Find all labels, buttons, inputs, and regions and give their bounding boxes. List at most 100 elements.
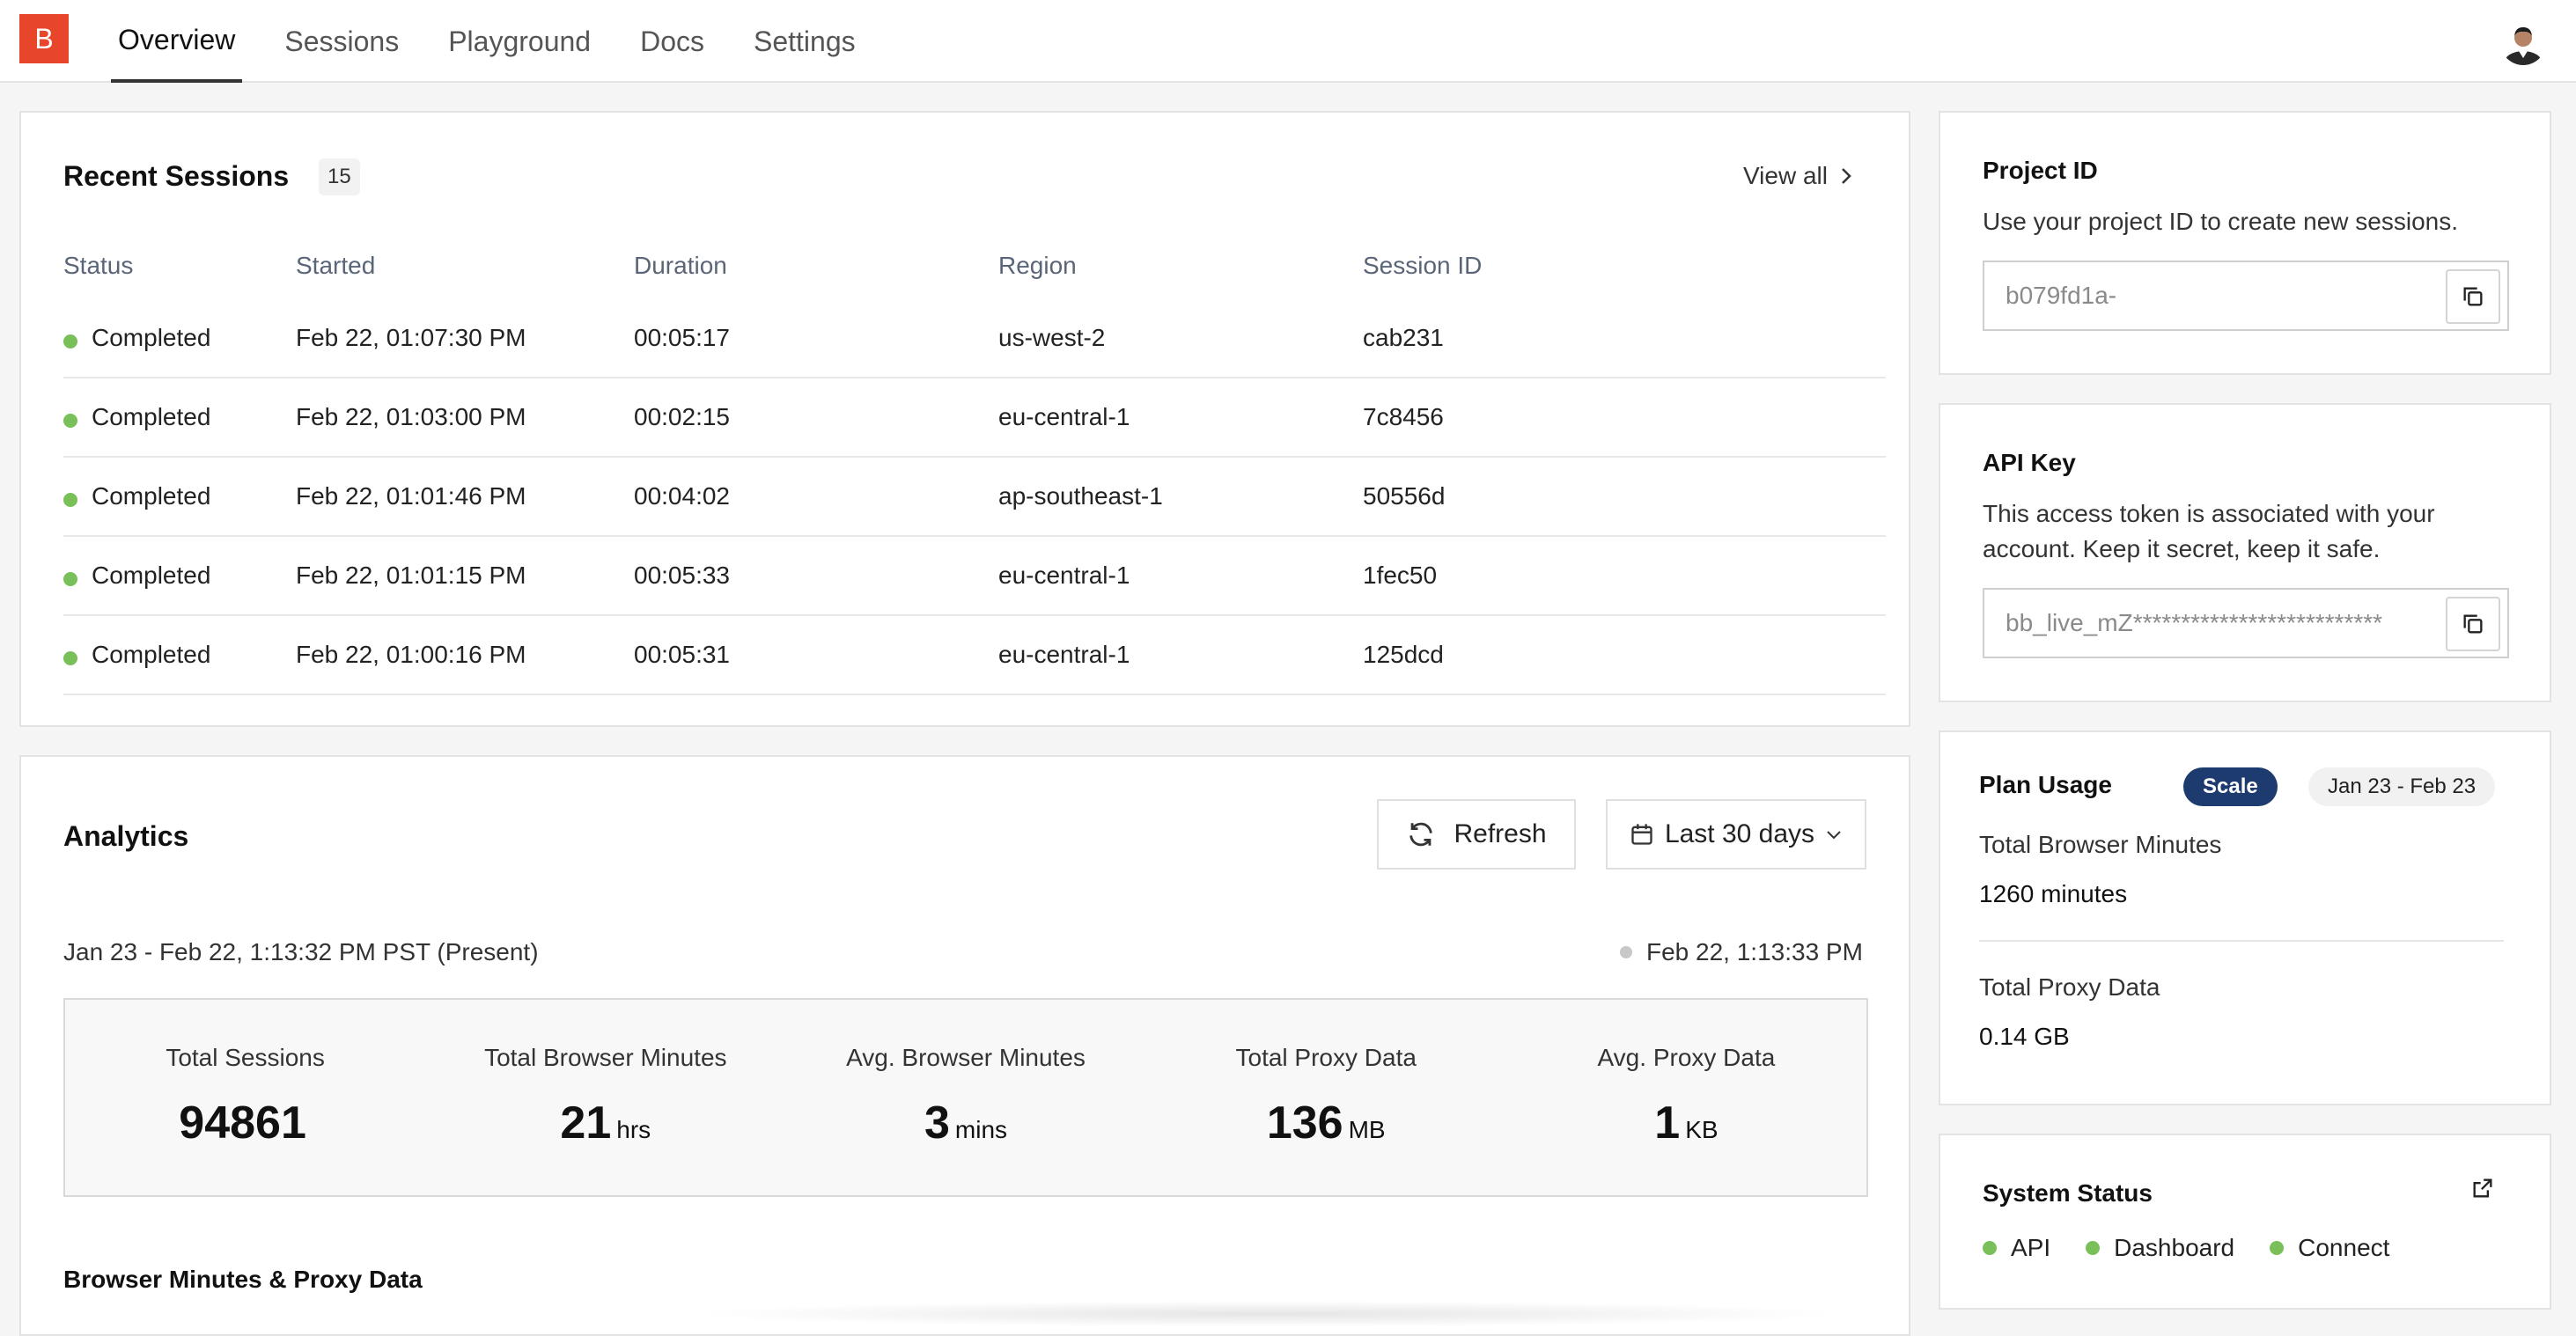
copy-icon — [2463, 614, 2483, 634]
row-region: eu-central-1 — [998, 403, 1130, 430]
row-region: ap-southeast-1 — [998, 482, 1163, 510]
top-nav: B Overview Sessions Playground Docs Sett… — [0, 0, 2576, 83]
row-status: Completed — [92, 641, 211, 668]
tab-playground[interactable]: Playground — [441, 0, 598, 83]
api-key-description: This access token is associated with you… — [1983, 500, 2435, 562]
stat-value: 1 KB — [1654, 1097, 1719, 1149]
table-row[interactable]: Completed Feb 22, 01:01:46 PM 00:04:02 a… — [63, 458, 1886, 537]
view-all-link[interactable]: View all — [1743, 162, 1852, 190]
last-updated: Feb 22, 1:13:33 PM — [1620, 938, 1863, 966]
stat-value: 136 MB — [1266, 1097, 1386, 1149]
copy-api-key-button[interactable] — [2446, 597, 2500, 651]
tab-sessions[interactable]: Sessions — [277, 0, 406, 83]
col-status: Status — [63, 252, 134, 279]
stat-avg-proxy-data: Avg. Proxy Data 1 KB — [1506, 1000, 1866, 1195]
status-dot — [2270, 1241, 2285, 1255]
row-duration: 00:04:02 — [634, 482, 730, 510]
row-duration: 00:05:17 — [634, 324, 730, 351]
row-session-id: 1fec50 — [1363, 562, 1438, 589]
row-started: Feb 22, 01:01:15 PM — [296, 562, 526, 589]
last-updated-time: Feb 22, 1:13:33 PM — [1646, 938, 1863, 965]
date-range-select[interactable]: Last 30 days — [1606, 799, 1866, 870]
proxy-data-label: Total Proxy Data — [1979, 973, 2160, 1001]
row-status: Completed — [92, 482, 211, 510]
table-row[interactable]: Completed Feb 22, 01:00:16 PM 00:05:31 e… — [63, 616, 1886, 695]
row-session-id: cab231 — [1363, 324, 1444, 351]
status-dot — [63, 414, 77, 428]
updated-dot — [1620, 946, 1632, 958]
table-row[interactable]: Completed Feb 22, 01:07:30 PM 00:05:17 u… — [63, 299, 1886, 378]
project-id-field[interactable]: b079fd1a- — [1983, 261, 2509, 331]
status-dot — [63, 651, 77, 665]
status-dot — [63, 493, 77, 507]
row-region: us-west-2 — [998, 324, 1106, 351]
stat-total-sessions: Total Sessions 94861 — [65, 1000, 425, 1195]
chevron-down-icon — [1827, 831, 1841, 840]
row-session-id: 125dcd — [1363, 641, 1444, 668]
analytics-range-text: Jan 23 - Feb 22, 1:13:32 PM PST (Present… — [63, 938, 539, 965]
copy-project-id-button[interactable] — [2446, 269, 2500, 324]
user-avatar[interactable] — [2500, 19, 2546, 65]
proxy-data-value: 0.14 GB — [1979, 1023, 2070, 1050]
view-all-label: View all — [1743, 162, 1828, 189]
table-row[interactable]: Completed Feb 22, 01:03:00 PM 00:02:15 e… — [63, 378, 1886, 458]
row-duration: 00:05:31 — [634, 641, 730, 668]
project-id-title: Project ID — [1983, 157, 2098, 184]
status-dot — [63, 334, 77, 349]
browser-minutes-proxy-title: Browser Minutes & Proxy Data — [63, 1266, 423, 1293]
project-id-value: b079fd1a- — [2006, 282, 2117, 309]
date-range-label: Last 30 days — [1664, 819, 1815, 848]
stats-summary: Total Sessions 94861 Total Browser Minut… — [63, 998, 1868, 1197]
plan-period-badge: Jan 23 - Feb 23 — [2308, 767, 2496, 806]
tab-docs[interactable]: Docs — [633, 0, 711, 83]
row-status: Completed — [92, 324, 211, 351]
col-session-id: Session ID — [1363, 252, 1483, 279]
stat-value: 3 mins — [924, 1097, 1008, 1149]
stat-value: 21 hrs — [560, 1097, 651, 1149]
row-started: Feb 22, 01:07:30 PM — [296, 324, 526, 351]
browser-minutes-label: Total Browser Minutes — [1979, 831, 2222, 858]
stat-label: Avg. Browser Minutes — [846, 1044, 1086, 1071]
divider — [1979, 940, 2504, 942]
refresh-icon — [1409, 822, 1433, 847]
refresh-button[interactable]: Refresh — [1377, 799, 1576, 870]
system-status-card: System Status API Dashboard Connect — [1939, 1134, 2551, 1310]
status-dot — [2086, 1241, 2101, 1255]
stat-label: Total Browser Minutes — [484, 1044, 727, 1071]
stat-label: Total Sessions — [166, 1044, 325, 1071]
stat-label: Avg. Proxy Data — [1597, 1044, 1776, 1071]
refresh-label: Refresh — [1454, 819, 1547, 848]
status-item-connect: Connect — [2270, 1234, 2389, 1262]
brand-logo[interactable]: B — [19, 14, 69, 63]
status-dot — [63, 572, 77, 586]
calendar-icon — [1631, 824, 1652, 845]
copy-icon — [2463, 287, 2483, 306]
project-id-description: Use your project ID to create new sessio… — [1983, 208, 2459, 235]
col-duration: Duration — [634, 252, 727, 279]
api-key-title: API Key — [1983, 449, 2076, 476]
row-started: Feb 22, 01:01:46 PM — [296, 482, 526, 510]
tab-overview[interactable]: Overview — [111, 0, 243, 83]
api-key-value: bb_live_mZ************************** — [2006, 609, 2383, 636]
status-dot — [1983, 1241, 1997, 1255]
recent-sessions-card: Recent Sessions 15 View all Status Start… — [19, 111, 1910, 727]
table-row[interactable]: Completed Feb 22, 01:01:15 PM 00:05:33 e… — [63, 537, 1886, 616]
row-started: Feb 22, 01:00:16 PM — [296, 641, 526, 668]
stat-total-proxy-data: Total Proxy Data 136 MB — [1146, 1000, 1506, 1195]
row-duration: 00:02:15 — [634, 403, 730, 430]
chevron-right-icon — [1842, 168, 1851, 184]
avatar-image — [2500, 19, 2546, 65]
api-key-card: API Key This access token is associated … — [1939, 403, 2551, 702]
sessions-count-badge: 15 — [319, 158, 360, 195]
col-region: Region — [998, 252, 1077, 279]
external-link-icon[interactable] — [2470, 1176, 2495, 1205]
api-key-field[interactable]: bb_live_mZ************************** — [1983, 588, 2509, 658]
scroll-shadow — [687, 1301, 1849, 1327]
row-status: Completed — [92, 562, 211, 589]
stat-value: 94861 — [179, 1097, 306, 1149]
row-status: Completed — [92, 403, 211, 430]
row-duration: 00:05:33 — [634, 562, 730, 589]
tab-settings[interactable]: Settings — [747, 0, 863, 83]
row-session-id: 50556d — [1363, 482, 1446, 510]
browser-minutes-value: 1260 minutes — [1979, 880, 2128, 907]
